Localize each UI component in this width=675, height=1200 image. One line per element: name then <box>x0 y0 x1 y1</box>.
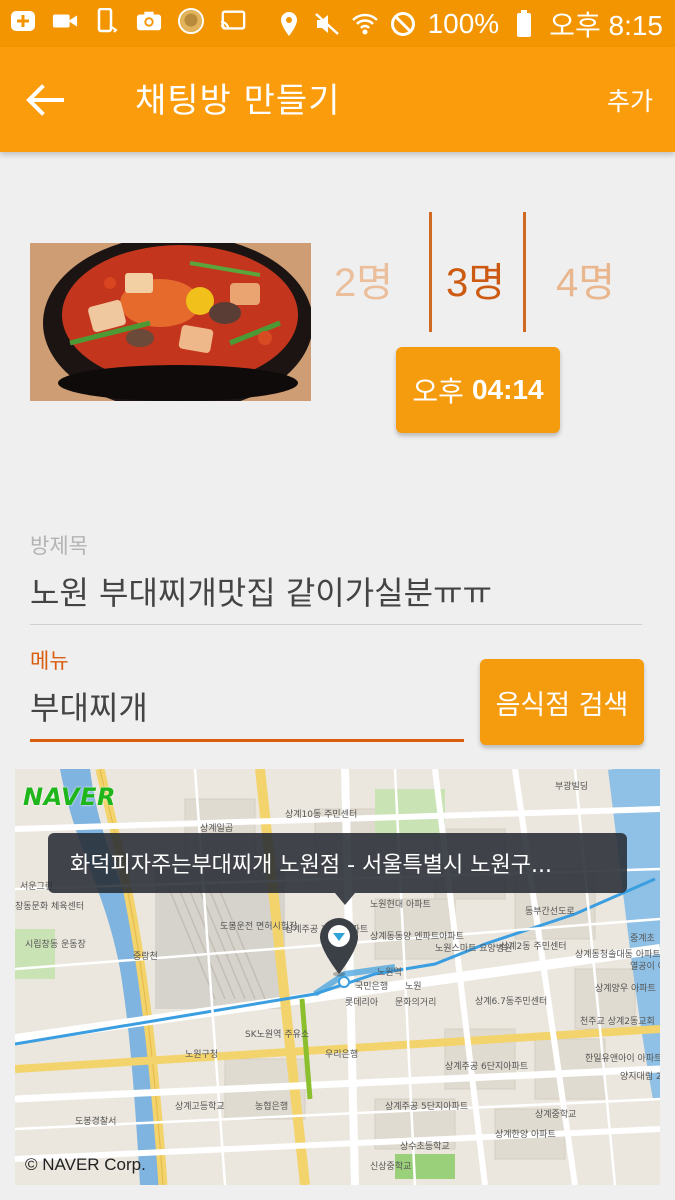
map-label: 중랑천 <box>133 952 158 962</box>
map-label: 상수초등학교 <box>400 1142 450 1152</box>
naver-logo: NAVER <box>23 783 116 811</box>
selection-divider-right <box>523 212 526 332</box>
map-label: 우리은행 <box>325 1050 359 1060</box>
time-period: 오후 <box>412 375 464 408</box>
map-label: 양지대림 2차아파트 <box>620 1072 660 1082</box>
battery-percent: 100% <box>427 8 500 39</box>
map-label: 상계한양 아파트 <box>495 1130 556 1140</box>
map-label: 도봉경찰서 <box>75 1117 117 1127</box>
map-label: 시립창동 운동장 <box>25 940 86 950</box>
phone-rotate-icon <box>94 8 120 34</box>
people-selector: 2명 3명 4명 <box>320 212 660 332</box>
map-label: 상계주공 5단지아파트 <box>385 1102 469 1112</box>
map-label: 상계중학교 <box>535 1110 577 1120</box>
page-title: 채팅방 만들기 <box>135 81 341 121</box>
map-pin-icon[interactable] <box>317 916 361 978</box>
map-label: 신상중학교 <box>370 1162 412 1172</box>
map-label: 노원 <box>405 982 422 992</box>
time-value: 04:14 <box>471 374 544 405</box>
status-time: 오후 8:15 <box>549 10 663 41</box>
arrow-left-icon <box>26 84 64 116</box>
food-photo <box>30 243 311 401</box>
video-camera-icon <box>52 8 78 34</box>
map-label: 부광빌딩 <box>555 782 589 792</box>
time-picker-button[interactable]: 오후 04:14 <box>396 347 560 433</box>
mute-icon <box>314 11 340 37</box>
map-label: 상계6.7동주민센터 <box>475 997 548 1007</box>
map-label: 한일유앤아이 아파트 <box>585 1054 660 1064</box>
map-label: 노원구청 <box>185 1050 219 1060</box>
map-label: 열공이 아파트 <box>630 962 660 972</box>
room-title-input[interactable]: 노원 부대찌개맛집 같이가실분ㅠㅠ <box>30 568 642 625</box>
map-label: 농협은행 <box>255 1102 289 1112</box>
map-label: 상계고등학교 <box>175 1102 225 1112</box>
map-place-callout[interactable]: 화덕피자주는부대찌개 노원점 - 서울특별시 노원구... <box>48 833 627 893</box>
map-label: 창동문화 체육센터 <box>15 902 85 912</box>
map-label: 문화의거리 <box>395 998 437 1008</box>
restaurant-search-button[interactable]: 음식점 검색 <box>480 659 644 745</box>
menu-input[interactable]: 부대찌개 <box>30 683 464 742</box>
wifi-icon <box>351 11 378 37</box>
avatar-circle-icon <box>178 8 204 34</box>
map-label: 동부간선도로 <box>525 907 575 917</box>
map-label: 상계양우 아파트 <box>595 984 656 994</box>
menu-label: 메뉴 <box>30 649 69 673</box>
add-box-icon <box>10 8 36 34</box>
map-label: 상계10동 주민센터 <box>285 810 358 820</box>
map-label: 롯데리아 <box>345 998 379 1008</box>
map-label: 국민은행 <box>355 982 389 992</box>
map-label: SK노원역 주유소 <box>245 1030 310 1040</box>
map-label: 천주교 상계2동교회 <box>580 1017 655 1027</box>
back-button[interactable] <box>22 77 68 123</box>
app-bar: 채팅방 만들기 추가 <box>0 47 675 152</box>
map-label: 상계주공 6단지아파트 <box>445 1062 529 1072</box>
map-copyright: © NAVER Corp. <box>25 1155 146 1174</box>
map-label: 노원현대 아파트 <box>370 900 431 910</box>
callout-pointer <box>335 893 355 905</box>
map-view[interactable]: 상계10동 주민센터 상계일곱 노원현대 아파트 상계동동양 엔파트아파트 노원… <box>15 769 660 1185</box>
selection-divider-left <box>429 212 432 332</box>
status-bar: 100% 오후 8:15 <box>0 0 675 47</box>
block-icon <box>390 11 416 37</box>
map-label: 중계초 <box>630 934 655 944</box>
map-label: 노원역 <box>377 968 402 978</box>
people-option-2[interactable]: 2명 <box>334 250 393 308</box>
people-option-3[interactable]: 3명 <box>446 250 505 308</box>
camera-icon <box>136 8 162 34</box>
cast-icon <box>220 8 246 34</box>
battery-icon <box>511 10 537 37</box>
map-label: 상계2동 주민센터 <box>500 942 567 952</box>
location-icon <box>276 11 302 37</box>
add-button[interactable]: 추가 <box>607 82 653 118</box>
people-option-4[interactable]: 4명 <box>556 250 615 308</box>
room-title-label: 방제목 <box>30 534 88 558</box>
